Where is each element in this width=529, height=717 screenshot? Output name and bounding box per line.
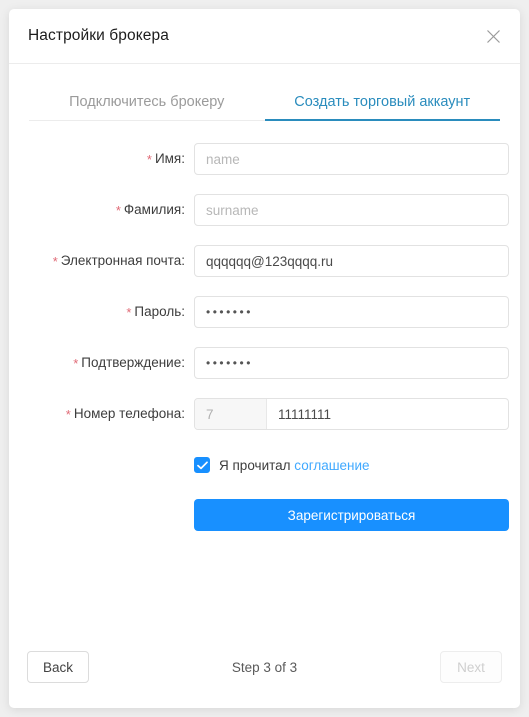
- email-input[interactable]: [194, 245, 509, 277]
- register-button[interactable]: Зарегистрироваться: [194, 499, 509, 531]
- dialog-footer: Back Step 3 of 3 Next: [9, 636, 520, 708]
- control-confirm-password: [194, 347, 509, 379]
- required-star-icon: *: [52, 254, 58, 269]
- agreement-row: Я прочитал соглашение: [9, 457, 520, 473]
- label-phone: * Номер телефона:: [65, 406, 185, 422]
- label-confirm-password: * Подтверждение:: [73, 355, 185, 371]
- submit-row: Зарегистрироваться: [9, 499, 520, 531]
- control-last-name: [194, 194, 509, 226]
- field-row-email: * Электронная почта:: [9, 245, 520, 277]
- dialog-header: Настройки брокера: [9, 9, 520, 64]
- label-first-name-text: Имя: [154, 151, 182, 166]
- control-phone: 7: [194, 398, 509, 430]
- required-star-icon: *: [115, 203, 121, 218]
- label-phone-text: Номер телефона: [73, 406, 182, 421]
- agreement-link[interactable]: соглашение: [294, 458, 369, 473]
- registration-form: *Имя: *Фамилия: *Электронная почта:: [9, 121, 520, 636]
- label-last-name: * Фамилия:: [115, 202, 185, 218]
- field-row-password: * Пароль:: [9, 296, 520, 328]
- label-first-name: * Имя:: [146, 151, 185, 167]
- label-confirm-password-text: Подтверждение: [81, 355, 182, 370]
- agreement-checkbox[interactable]: [194, 457, 210, 473]
- first-name-input[interactable]: [194, 143, 509, 175]
- field-row-phone: * Номер телефона: 7: [9, 398, 520, 430]
- label-password-text: Пароль: [134, 304, 182, 319]
- phone-input-group: 7: [194, 398, 509, 430]
- tab-create-trading-account[interactable]: Создать торговый аккаунт: [264, 88, 501, 121]
- phone-country-prefix[interactable]: 7: [195, 399, 267, 429]
- required-star-icon: *: [126, 305, 132, 320]
- tab-connect-broker[interactable]: Подключитесь брокеру: [29, 88, 265, 121]
- required-star-icon: *: [146, 152, 152, 167]
- password-input[interactable]: [194, 296, 509, 328]
- next-button[interactable]: Next: [440, 651, 502, 683]
- agreement-label: Я прочитал соглашение: [219, 458, 370, 473]
- field-row-confirm-password: * Подтверждение:: [9, 347, 520, 379]
- label-email-text: Электронная почта: [60, 253, 182, 268]
- label-last-name-text: Фамилия: [123, 202, 182, 217]
- phone-number-input[interactable]: [267, 399, 508, 429]
- last-name-input[interactable]: [194, 194, 509, 226]
- field-row-last-name: * Фамилия:: [9, 194, 520, 226]
- label-email: * Электронная почта:: [52, 253, 185, 269]
- label-password: * Пароль:: [126, 304, 185, 320]
- broker-settings-dialog: Настройки брокера Подключитесь брокеру С…: [9, 9, 520, 708]
- agreement-text: Я прочитал: [219, 457, 291, 473]
- control-first-name: [194, 143, 509, 175]
- close-icon[interactable]: [480, 23, 506, 49]
- required-star-icon: *: [65, 407, 71, 422]
- field-row-first-name: * Имя:: [9, 143, 520, 175]
- dialog-title: Настройки брокера: [28, 27, 169, 44]
- tab-bar: Подключитесь брокеру Создать торговый ак…: [9, 64, 520, 121]
- back-button[interactable]: Back: [27, 651, 89, 683]
- required-star-icon: *: [73, 356, 79, 371]
- modal-backdrop: Настройки брокера Подключитесь брокеру С…: [0, 0, 529, 717]
- control-password: [194, 296, 509, 328]
- confirm-password-input[interactable]: [194, 347, 509, 379]
- control-email: [194, 245, 509, 277]
